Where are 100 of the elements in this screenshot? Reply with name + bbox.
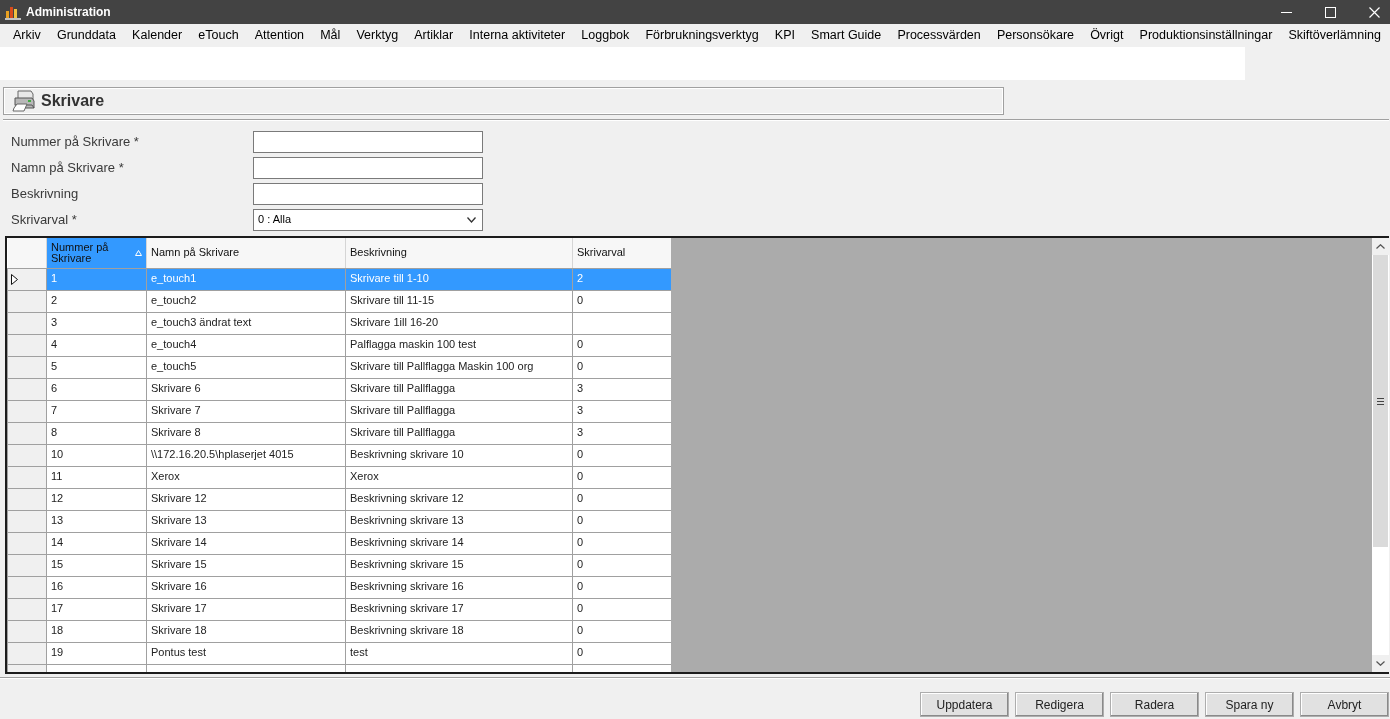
input-field[interactable] xyxy=(253,131,483,153)
grid-row[interactable]: 6 Skrivare 6 Skrivare till Pallflagga 3 xyxy=(7,378,671,400)
menu-item[interactable]: Förbrukningsverktyg xyxy=(645,28,759,43)
table-cell: Skrivare 18 xyxy=(146,620,346,642)
table-cell: test xyxy=(345,642,573,664)
table-cell: Beskrivning skrivare 13 xyxy=(345,510,573,532)
grid-row[interactable]: 13 Skrivare 13 Beskrivning skrivare 13 0 xyxy=(7,510,671,532)
table-cell: Beskrivning skrivare 15 xyxy=(345,554,573,576)
printer-icon xyxy=(12,90,36,112)
table-cell: e_touch1 xyxy=(146,268,346,290)
table-cell: e_touch4 xyxy=(146,334,346,356)
table-cell: Xerox xyxy=(345,466,573,488)
grid-row[interactable]: 16 Skrivare 16 Beskrivning skrivare 16 0 xyxy=(7,576,671,598)
table-cell: Beskrivning skrivare 14 xyxy=(345,532,573,554)
table-cell: \\172.16.20.5\hplaserjet 4015 xyxy=(146,444,346,466)
column-header[interactable]: Skrivarval xyxy=(572,238,671,268)
grid-row[interactable]: 7 Skrivare 7 Skrivare till Pallflagga 3 xyxy=(7,400,671,422)
dropdown[interactable]: 0 : Alla xyxy=(253,209,483,231)
table-cell: Skrivare 16 xyxy=(146,576,346,598)
table-cell: Skrivare 7 xyxy=(146,400,346,422)
close-icon[interactable] xyxy=(1369,6,1380,18)
menu-item[interactable]: Processvärden xyxy=(897,28,981,43)
menu-item[interactable]: Verktyg xyxy=(356,28,399,43)
table-cell: Beskrivning skrivare 10 xyxy=(345,444,573,466)
table-cell: Skrivare 8 xyxy=(146,422,346,444)
table-cell: Skrivare 17 xyxy=(146,598,346,620)
menu-item[interactable]: eTouch xyxy=(198,28,239,43)
menu-item[interactable]: Personsökare xyxy=(996,28,1074,43)
grid-row[interactable]: 18 Skrivare 18 Beskrivning skrivare 18 0 xyxy=(7,620,671,642)
menu-item[interactable]: Artiklar xyxy=(414,28,454,43)
menu-item[interactable]: Smart Guide xyxy=(811,28,882,43)
grid-row[interactable]: 4 e_touch4 Palflagga maskin 100 test 0 xyxy=(7,334,671,356)
table-cell: e_touch5 xyxy=(146,356,346,378)
scroll-up-icon[interactable] xyxy=(1376,244,1385,249)
menu-item[interactable]: Produktionsinställningar xyxy=(1139,28,1273,43)
table-cell: Pontus test xyxy=(146,642,346,664)
section-title: Skrivare xyxy=(41,91,105,111)
dialog-button[interactable]: Avbryt xyxy=(1300,692,1389,717)
scroll-down-icon[interactable] xyxy=(1376,661,1385,666)
maximize-icon[interactable] xyxy=(1325,6,1336,18)
grid-row[interactable]: 5 e_touch5 Skrivare till Pallflagga Maskin 100 org 0 xyxy=(7,356,671,378)
field-label: Nummer på Skrivare * xyxy=(11,134,140,150)
field-label: Beskrivning xyxy=(11,186,80,202)
chevron-down-icon xyxy=(467,217,476,223)
table-cell: Palflagga maskin 100 test xyxy=(345,334,573,356)
grid-row[interactable]: 19 Pontus test test 0 xyxy=(7,642,671,664)
table-cell: Skrivare till Pallflagga xyxy=(345,400,573,422)
input-field[interactable] xyxy=(253,157,483,179)
table-cell: Beskrivning skrivare 17 xyxy=(345,598,573,620)
column-header[interactable]: Nummer på Skrivare xyxy=(46,238,147,268)
row-header[interactable] xyxy=(7,268,47,290)
grid-row[interactable]: 8 Skrivare 8 Skrivare till Pallflagga 3 xyxy=(7,422,671,444)
menu-item[interactable]: KPI xyxy=(774,28,795,43)
table-cell: Beskrivning skrivare 16 xyxy=(345,576,573,598)
table-cell: Skrivare till Pallflagga xyxy=(345,422,573,444)
menu-item[interactable]: Grunddata xyxy=(56,28,116,43)
dialog-button[interactable]: Spara ny xyxy=(1205,692,1294,717)
menu-item[interactable]: Mål xyxy=(320,28,341,43)
menu-item[interactable]: Arkiv xyxy=(13,28,41,43)
table-cell: Skrivare 1ill 16-20 xyxy=(345,312,573,334)
window-title: Administration xyxy=(26,4,111,20)
table-cell: Beskrivning skrivare 18 xyxy=(345,620,573,642)
dialog-button[interactable]: Radera xyxy=(1110,692,1199,717)
table-cell: Skrivare till Pallflagga Maskin 100 org xyxy=(345,356,573,378)
grid-row[interactable]: 2 e_touch2 Skrivare till 11-15 0 xyxy=(7,290,671,312)
table-cell: Skrivare 6 xyxy=(146,378,346,400)
dialog-button[interactable]: Redigera xyxy=(1015,692,1104,717)
table-cell: Beskrivning skrivare 12 xyxy=(345,488,573,510)
grip-icon xyxy=(1377,397,1384,405)
dialog-button[interactable]: Uppdatera xyxy=(920,692,1009,717)
table-cell: Skrivare 15 xyxy=(146,554,346,576)
grid-row[interactable]: 12 Skrivare 12 Beskrivning skrivare 12 0 xyxy=(7,488,671,510)
scrollbar-thumb[interactable] xyxy=(1373,255,1388,547)
input-field[interactable] xyxy=(253,183,483,205)
column-header[interactable]: Namn på Skrivare xyxy=(146,238,346,268)
table-cell: Xerox xyxy=(146,466,346,488)
column-header[interactable]: Beskrivning xyxy=(345,238,573,268)
grid-row[interactable]: 10 \\172.16.20.5\hplaserjet 4015 Beskrivning skrivare 10 0 xyxy=(7,444,671,466)
grid-row[interactable]: 15 Skrivare 15 Beskrivning skrivare 15 0 xyxy=(7,554,671,576)
sort-arrow-icon xyxy=(135,249,142,256)
bar-chart-icon xyxy=(5,4,21,20)
menu-item[interactable]: Övrigt xyxy=(1090,28,1124,43)
row-pointer-icon xyxy=(11,273,18,285)
grid-row[interactable]: 3 e_touch3 ändrat text Skrivare 1ill 16-20 xyxy=(7,312,671,334)
table-cell: Skrivare till 1-10 xyxy=(345,268,573,290)
menu-item[interactable]: Kalender xyxy=(132,28,183,43)
grid-corner xyxy=(7,238,47,268)
table-cell: Skrivare 14 xyxy=(146,532,346,554)
grid-row[interactable]: 14 Skrivare 14 Beskrivning skrivare 14 0 xyxy=(7,532,671,554)
menu-item[interactable]: Skiftöverlämning xyxy=(1288,28,1381,43)
menu-item[interactable]: Attention xyxy=(254,28,305,43)
field-label: Namn på Skrivare * xyxy=(11,160,125,176)
field-label: Skrivarval * xyxy=(11,212,78,228)
menu-item[interactable]: Loggbok xyxy=(581,28,630,43)
grid-row[interactable]: 11 Xerox Xerox 0 xyxy=(7,466,671,488)
grid-row[interactable]: 17 Skrivare 17 Beskrivning skrivare 17 0 xyxy=(7,598,671,620)
table-cell: Skrivare till Pallflagga xyxy=(345,378,573,400)
menu-item[interactable]: Interna aktiviteter xyxy=(469,28,566,43)
table-cell: e_touch2 xyxy=(146,290,346,312)
table-cell: Skrivare 13 xyxy=(146,510,346,532)
